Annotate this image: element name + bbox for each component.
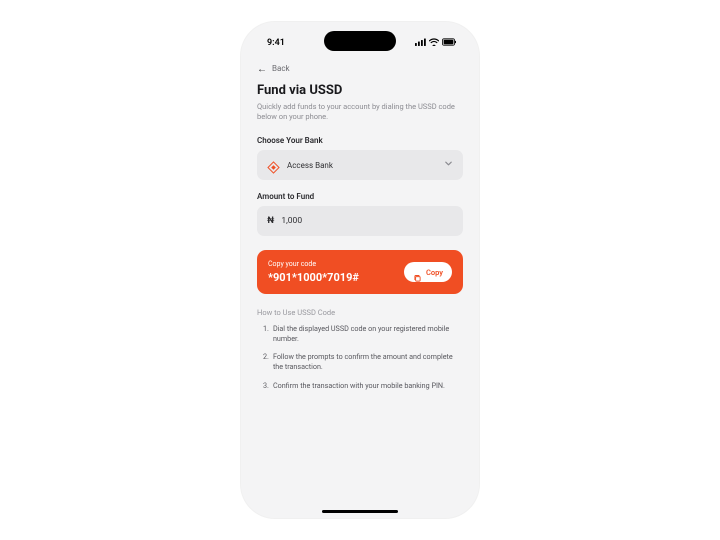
status-time: 9:41 <box>267 38 285 48</box>
ussd-code-card: Copy your code *901*1000*7019# Copy <box>257 250 463 294</box>
back-label: Back <box>272 64 290 73</box>
howto-step: 2. Follow the prompts to confirm the amo… <box>257 352 463 372</box>
step-text: Confirm the transaction with your mobile… <box>273 381 445 391</box>
bank-selected-value: Access Bank <box>287 161 437 170</box>
currency-icon: ₦ <box>267 216 274 226</box>
access-bank-logo-icon <box>267 159 280 172</box>
amount-value: 1,000 <box>281 216 302 226</box>
bank-select[interactable]: Access Bank <box>257 150 463 180</box>
step-number: 2. <box>263 352 269 372</box>
page-subtitle: Quickly add funds to your account by dia… <box>257 102 463 122</box>
copy-button[interactable]: Copy <box>404 262 452 282</box>
page-title: Fund via USSD <box>257 83 463 98</box>
howto-heading: How to Use USSD Code <box>257 308 463 317</box>
step-text: Follow the prompts to confirm the amount… <box>273 352 463 372</box>
amount-field-label: Amount to Fund <box>257 192 463 201</box>
howto-step: 1. Dial the displayed USSD code on your … <box>257 324 463 344</box>
back-button[interactable]: Back <box>257 64 463 73</box>
screen-content: Back Fund via USSD Quickly add funds to … <box>241 22 479 518</box>
step-number: 1. <box>263 324 269 344</box>
amount-input[interactable]: ₦ 1,000 <box>257 206 463 236</box>
wifi-icon <box>429 38 439 49</box>
step-number: 3. <box>263 381 269 391</box>
step-text: Dial the displayed USSD code on your reg… <box>273 324 463 344</box>
code-label: Copy your code <box>268 260 359 268</box>
chevron-down-icon <box>444 159 453 171</box>
howto-step: 3. Confirm the transaction with your mob… <box>257 381 463 391</box>
cellular-signal-icon <box>415 38 426 49</box>
dynamic-island <box>324 31 396 51</box>
copy-button-label: Copy <box>426 268 443 277</box>
bank-field-label: Choose Your Bank <box>257 136 463 145</box>
status-indicators <box>415 38 457 49</box>
battery-icon <box>442 38 457 49</box>
copy-icon <box>413 268 422 277</box>
ussd-code-value: *901*1000*7019# <box>268 271 359 284</box>
home-indicator[interactable] <box>322 510 398 513</box>
arrow-left-icon <box>257 65 267 73</box>
phone-frame: 9:41 Back Fund via USSD Quickly add fund… <box>241 22 479 518</box>
